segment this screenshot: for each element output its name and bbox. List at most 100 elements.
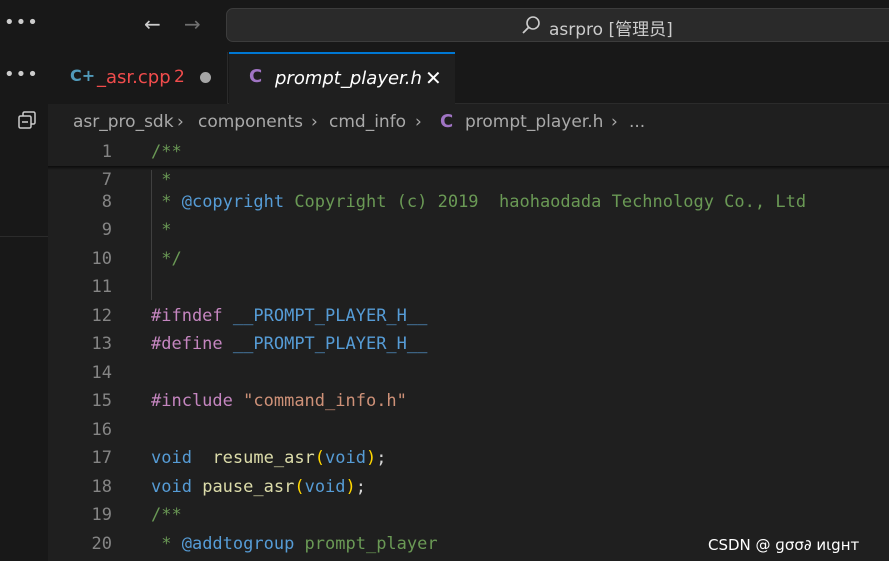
code-text: * @addtogroup prompt_player xyxy=(151,530,438,558)
code-token: __PROMPT_PLAYER_H__ xyxy=(232,334,428,354)
breadcrumb-item[interactable]: prompt_player.h xyxy=(465,112,603,132)
code-text: void pause_asr(void); xyxy=(151,473,366,501)
code-line[interactable]: 14 xyxy=(48,359,889,387)
forward-arrow-icon[interactable]: → xyxy=(184,12,201,36)
code-text: * xyxy=(151,216,171,244)
line-number: 1 xyxy=(101,142,112,162)
code-token: resume_asr xyxy=(212,448,315,468)
unsaved-dot-icon[interactable] xyxy=(200,72,211,83)
search-icon xyxy=(522,16,540,34)
title-bar: ••• ← → asrpro [管理员] xyxy=(0,0,889,52)
breadcrumb-item[interactable]: components xyxy=(198,112,303,132)
breadcrumb-separator-icon: › xyxy=(415,112,422,132)
code-token: ) xyxy=(345,477,356,497)
editor-tab-bar: C+ _asr.cpp 2 C prompt_player.h ✕ xyxy=(48,52,889,104)
code-line[interactable]: 10 */ xyxy=(48,245,889,273)
breadcrumb-separator-icon: › xyxy=(311,112,318,132)
code-token: @addtogroup xyxy=(181,534,295,554)
code-text: void resume_asr(void); xyxy=(151,444,387,472)
code-token: "command_info.h" xyxy=(243,391,407,411)
code-token: void xyxy=(151,448,192,468)
code-line[interactable]: 17 void resume_asr(void); xyxy=(48,444,889,472)
line-number: 20 xyxy=(91,534,112,554)
code-token: prompt_player xyxy=(294,534,438,554)
code-token: ; xyxy=(355,477,367,497)
code-token: ( xyxy=(314,448,326,468)
code-line[interactable]: 19 /** xyxy=(48,501,889,529)
tab-prompt-player-h[interactable]: C prompt_player.h ✕ xyxy=(229,52,455,104)
command-center-label: asrpro [管理员] xyxy=(549,20,673,40)
line-number: 15 xyxy=(91,391,112,411)
breadcrumb: asr_pro_sdk › components › cmd_info › C … xyxy=(48,104,889,142)
code-token: * xyxy=(151,170,172,190)
code-token: #ifndef xyxy=(151,306,223,326)
code-token: ( xyxy=(294,477,305,497)
code-text: #ifndef __PROMPT_PLAYER_H__ xyxy=(151,302,427,330)
line-number: 14 xyxy=(91,363,112,383)
breadcrumb-item[interactable]: cmd_info xyxy=(329,112,406,132)
code-editor[interactable]: 1/** 7 * 8 * @copyright Copyright (c) 2019… xyxy=(48,142,889,561)
breadcrumb-separator-icon: › xyxy=(611,112,618,132)
breadcrumb-separator-icon: › xyxy=(177,112,184,132)
code-line[interactable]: 9 * xyxy=(48,216,889,244)
code-token: pause_asr xyxy=(202,477,295,497)
code-token: @copyright xyxy=(181,192,285,212)
c-header-file-icon: C xyxy=(249,66,263,87)
back-arrow-icon[interactable]: ← xyxy=(144,12,161,36)
code-token: void xyxy=(325,448,366,468)
code-line[interactable]: 11 xyxy=(48,273,889,301)
code-line[interactable]: 12 #ifndef __PROMPT_PLAYER_H__ xyxy=(48,302,889,330)
code-token: void xyxy=(304,477,346,497)
close-icon[interactable]: ✕ xyxy=(425,66,442,90)
line-number: 19 xyxy=(91,505,112,525)
code-line[interactable]: 16 xyxy=(48,416,889,444)
side-bar: ••• xyxy=(0,52,48,561)
breadcrumb-item[interactable]: ... xyxy=(629,112,645,132)
code-token: #include xyxy=(151,391,233,411)
tab-asr-cpp[interactable]: C+ _asr.cpp 2 xyxy=(48,52,228,104)
line-number: 17 xyxy=(91,448,112,468)
watermark: CSDN @ ɡσσ∂ иιgнт xyxy=(708,536,860,554)
line-number: 12 xyxy=(91,306,112,326)
code-text: */ xyxy=(151,245,181,273)
line-number: 16 xyxy=(91,420,112,440)
code-token: ) xyxy=(366,448,377,468)
code-text: * @copyright Copyright (c) 2019 haohaoda… xyxy=(151,188,806,216)
code-line[interactable]: 18 void pause_asr(void); xyxy=(48,473,889,501)
code-token: __PROMPT_PLAYER_H__ xyxy=(232,306,428,326)
code-line[interactable]: 15 #include "command_info.h" xyxy=(48,387,889,415)
line-number: 9 xyxy=(101,220,112,240)
code-line[interactable]: 1 /** xyxy=(48,142,889,166)
line-number: 8 xyxy=(101,192,112,212)
code-text: /** xyxy=(151,501,182,529)
c-header-file-icon: C xyxy=(440,111,454,132)
more-actions-icon[interactable]: ••• xyxy=(4,12,39,33)
line-number: 13 xyxy=(91,334,112,354)
line-number: 18 xyxy=(91,477,112,497)
code-text: /** xyxy=(151,142,182,166)
collapse-all-icon[interactable] xyxy=(17,110,37,130)
code-token: * xyxy=(151,534,182,554)
tab-label: prompt_player.h xyxy=(275,68,422,89)
code-token: #define xyxy=(151,334,223,354)
code-line[interactable]: 13 #define __PROMPT_PLAYER_H__ xyxy=(48,330,889,358)
problems-count-badge: 2 xyxy=(174,67,185,87)
cpp-file-icon: C+ xyxy=(70,66,96,85)
line-number: 11 xyxy=(91,277,112,297)
code-token: * xyxy=(151,192,182,212)
code-token: * xyxy=(151,220,172,240)
code-token: /** xyxy=(151,505,182,525)
breadcrumb-item[interactable]: asr_pro_sdk xyxy=(73,112,174,132)
tab-label: _asr.cpp xyxy=(97,67,171,88)
command-center-search[interactable]: asrpro [管理员] xyxy=(226,8,889,42)
code-text: #define __PROMPT_PLAYER_H__ xyxy=(151,330,427,358)
code-token: ; xyxy=(376,448,387,468)
code-token: void xyxy=(151,477,192,497)
code-line[interactable]: 8 * @copyright Copyright (c) 2019 haohao… xyxy=(48,188,889,216)
code-text: #include "command_info.h" xyxy=(151,387,407,415)
more-actions-icon[interactable]: ••• xyxy=(4,64,39,85)
